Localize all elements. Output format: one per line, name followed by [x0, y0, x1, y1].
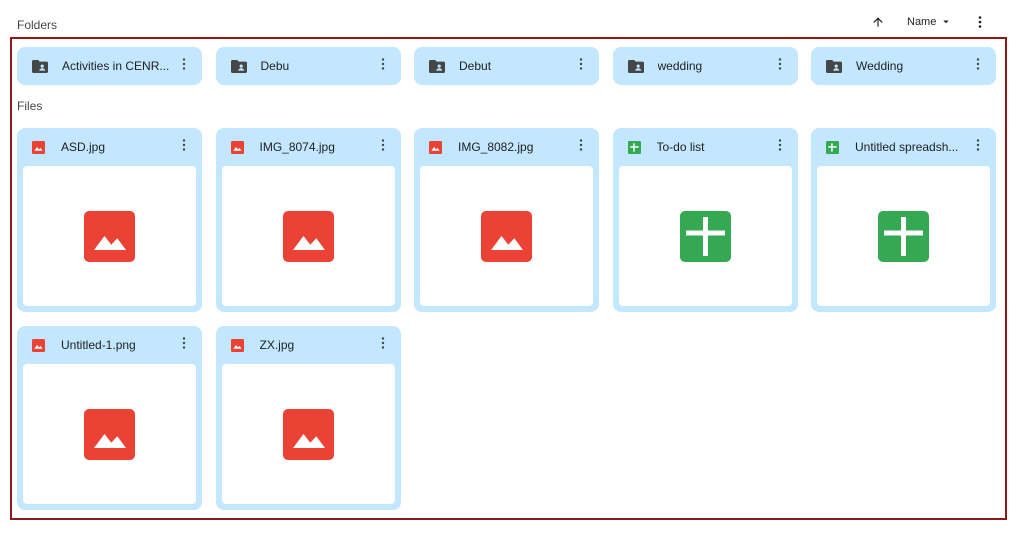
file-more-button[interactable]	[373, 335, 393, 355]
files-grid-row-2: Untitled-1.png ZX.jpg	[17, 326, 996, 510]
sheets-file-icon	[627, 140, 642, 154]
file-thumbnail	[23, 364, 196, 504]
file-name: To-do list	[656, 140, 705, 154]
shared-folder-icon	[627, 59, 646, 73]
file-more-button[interactable]	[770, 137, 790, 157]
file-thumbnail	[618, 166, 792, 306]
image-placeholder-icon	[282, 408, 334, 460]
image-placeholder-icon	[481, 210, 532, 262]
more-vert-icon	[182, 336, 186, 354]
more-vert-icon	[778, 57, 782, 75]
file-card-header: Untitled-1.png	[23, 326, 196, 364]
file-card-header: IMG_8082.jpg	[420, 128, 593, 166]
folders-heading: Folders	[17, 18, 58, 32]
folder-more-button[interactable]	[373, 56, 393, 76]
folder-more-button[interactable]	[174, 56, 194, 76]
file-name: Untitled spreadsh...	[855, 140, 959, 154]
sort-field-label: Name	[907, 16, 937, 28]
folder-more-button[interactable]	[968, 56, 988, 76]
more-vert-icon	[976, 57, 980, 75]
file-thumbnail	[23, 166, 196, 306]
file-card[interactable]: Untitled spreadsh...	[811, 128, 996, 312]
file-more-button[interactable]	[174, 335, 194, 355]
shared-folder-icon	[826, 59, 844, 73]
folders-grid: Activities in CENR... Debu Debut wedding Wed…	[17, 47, 996, 85]
image-file-icon	[230, 338, 245, 352]
sheets-file-icon	[826, 140, 840, 154]
file-more-button[interactable]	[373, 137, 393, 157]
sheets-placeholder-icon	[878, 210, 929, 262]
folder-more-button[interactable]	[770, 56, 790, 76]
more-vert-icon	[381, 336, 385, 354]
file-card[interactable]: To-do list	[612, 128, 798, 312]
image-placeholder-icon	[84, 210, 135, 262]
file-name: IMG_8074.jpg	[259, 140, 335, 154]
file-thumbnail	[817, 166, 990, 306]
image-file-icon	[230, 140, 245, 154]
file-card-header: ASD.jpg	[23, 128, 196, 166]
file-card[interactable]: IMG_8074.jpg	[215, 128, 401, 312]
shared-folder-icon	[32, 59, 50, 73]
image-placeholder-icon	[282, 210, 334, 262]
folder-name: Activities in CENR...	[62, 59, 170, 73]
more-options-button[interactable]	[972, 12, 988, 32]
file-name: ZX.jpg	[259, 338, 295, 352]
more-vert-icon	[579, 138, 583, 156]
shared-folder-icon	[230, 59, 249, 73]
sort-toolbar: Name	[868, 12, 988, 32]
more-vert-icon	[182, 57, 186, 75]
folder-name: Wedding	[856, 59, 904, 73]
more-vert-icon	[979, 16, 982, 28]
file-thumbnail	[221, 166, 395, 306]
arrow-up-icon	[873, 17, 883, 27]
folder-tile[interactable]: Debu	[215, 47, 401, 85]
folder-tile[interactable]: Debut	[414, 47, 599, 85]
more-vert-icon	[381, 57, 385, 75]
more-vert-icon	[579, 57, 583, 75]
file-card[interactable]: ZX.jpg	[215, 326, 401, 510]
file-more-button[interactable]	[968, 137, 988, 157]
image-file-icon	[32, 140, 46, 154]
folder-tile[interactable]: Wedding	[811, 47, 996, 85]
file-thumbnail	[221, 364, 395, 504]
shared-folder-icon	[429, 59, 447, 73]
more-vert-icon	[182, 138, 186, 156]
more-vert-icon	[976, 138, 980, 156]
file-name: IMG_8082.jpg	[458, 140, 534, 154]
image-placeholder-icon	[84, 408, 135, 460]
image-file-icon	[32, 338, 46, 352]
file-card[interactable]: Untitled-1.png	[17, 326, 202, 510]
caret-down-icon	[943, 20, 950, 24]
file-card-header: Untitled spreadsh...	[817, 128, 990, 166]
more-vert-icon	[778, 138, 782, 156]
folder-tile[interactable]: Activities in CENR...	[17, 47, 202, 85]
folder-tile[interactable]: wedding	[612, 47, 798, 85]
sort-field-button[interactable]: Name	[907, 16, 951, 28]
file-card-header: ZX.jpg	[222, 326, 395, 364]
file-card[interactable]: ASD.jpg	[17, 128, 202, 312]
folder-name: Debu	[260, 59, 290, 73]
file-more-button[interactable]	[174, 137, 194, 157]
folder-name: Debut	[459, 59, 492, 73]
file-card-header: IMG_8074.jpg	[222, 128, 395, 166]
folder-more-button[interactable]	[571, 56, 591, 76]
file-more-button[interactable]	[571, 137, 591, 157]
more-vert-icon	[381, 138, 385, 156]
file-name: ASD.jpg	[61, 140, 106, 154]
file-thumbnail	[420, 166, 593, 306]
files-grid-row-1: ASD.jpg IMG_8074.jpg IMG_8082.jpg To-do lis…	[17, 128, 996, 312]
sheets-placeholder-icon	[679, 210, 731, 262]
file-card[interactable]: IMG_8082.jpg	[414, 128, 599, 312]
file-name: Untitled-1.png	[61, 338, 136, 352]
files-heading: Files	[17, 99, 43, 113]
folder-name: wedding	[657, 59, 703, 73]
file-card-header: To-do list	[619, 128, 792, 166]
sort-direction-button[interactable]	[868, 12, 888, 32]
image-file-icon	[429, 140, 443, 154]
